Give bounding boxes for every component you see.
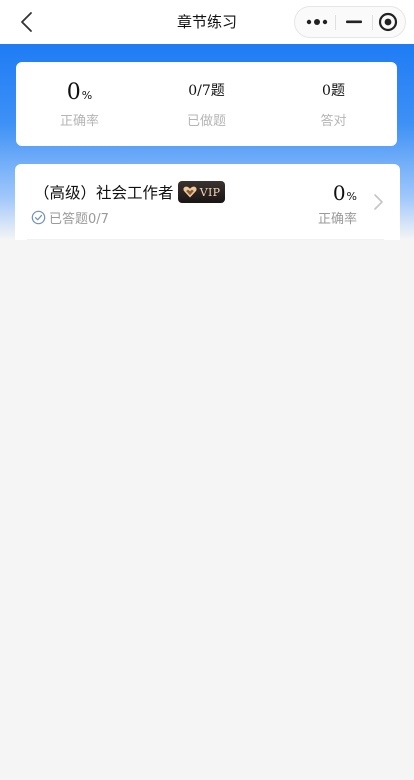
stat-correct-value: 0 题 — [270, 80, 397, 106]
done-unit: 题 — [210, 83, 225, 99]
mini-program-capsule — [294, 6, 406, 38]
stats-card: 0 % 正确率 0/7 题 已做题 0 题 答对 — [16, 62, 397, 146]
more-dots-icon — [306, 19, 327, 25]
vip-badge: VIP — [178, 181, 225, 203]
chapter-rate-unit: % — [346, 190, 357, 203]
correct-number: 0 — [322, 83, 331, 99]
done-label: 已做题 — [186, 114, 226, 129]
navigation-bar: 章节练习 — [0, 0, 414, 44]
answered-progress: 已答题0/7 — [31, 208, 109, 227]
accuracy-label: 正确率 — [59, 114, 99, 129]
chapter-rate-label: 正确率 — [317, 212, 357, 227]
accuracy-number: 0 — [66, 80, 81, 105]
stat-accuracy-value: 0 % — [16, 80, 143, 106]
target-circle-icon — [378, 12, 397, 32]
chapter-title: （高级）社会工作者 — [34, 184, 174, 202]
stat-done-value: 0/7 题 — [143, 80, 270, 106]
heart-gem-icon — [183, 186, 197, 198]
chevron-right-icon — [374, 194, 383, 210]
vip-label: VIP — [199, 185, 221, 199]
accuracy-unit: % — [81, 89, 93, 102]
answered-text: 已答题0/7 — [49, 212, 109, 227]
minimize-button[interactable] — [335, 7, 372, 37]
done-number: 0/7 — [188, 83, 211, 99]
chapter-rate-value: 0 % — [333, 180, 357, 206]
correct-label: 答对 — [320, 114, 347, 129]
divider — [27, 239, 384, 240]
chapter-item[interactable]: （高级）社会工作者 VIP 已答题0/7 0 % 正确率 — [15, 164, 400, 240]
minimize-icon — [345, 20, 362, 24]
check-circle-icon — [31, 210, 46, 225]
chapter-rate-number: 0 — [332, 181, 346, 205]
correct-unit: 题 — [330, 83, 345, 99]
close-button[interactable] — [369, 7, 406, 37]
more-button[interactable] — [298, 7, 335, 37]
